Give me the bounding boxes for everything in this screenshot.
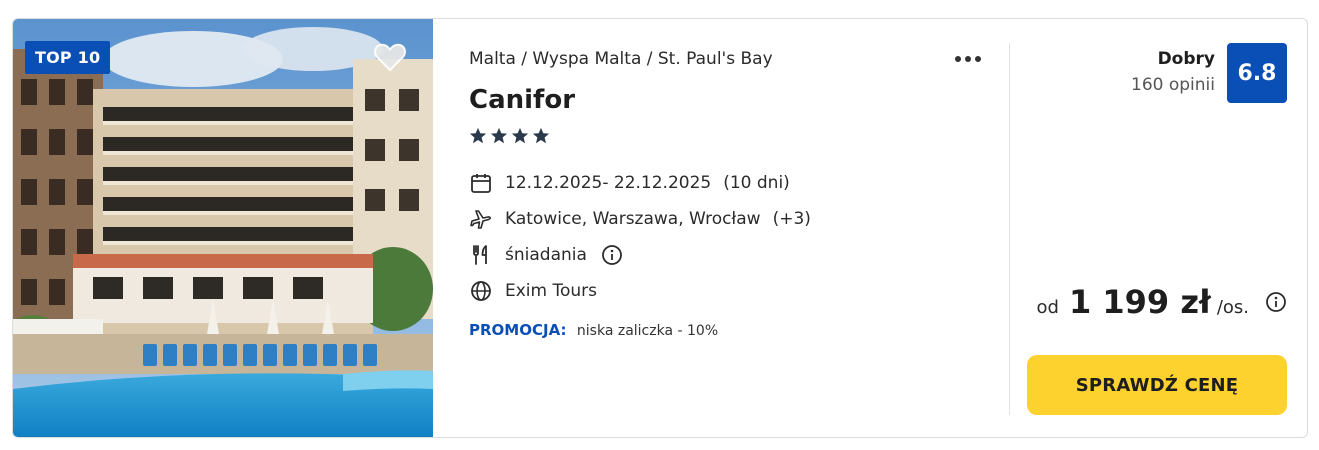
hotel-name[interactable]: Canifor (469, 85, 575, 115)
dates-value: 12.12.2025- 22.12.2025 (505, 173, 712, 193)
plane-icon (470, 210, 491, 229)
rating-score: 6.8 (1227, 43, 1287, 103)
hotel-photo-image (13, 19, 433, 437)
top-10-badge: TOP 10 (25, 41, 111, 74)
location-breadcrumb[interactable]: Malta / Wyspa Malta / St. Paul's Bay (469, 49, 773, 69)
hotel-stars (469, 127, 550, 145)
heart-icon (374, 43, 406, 72)
hotel-photo[interactable]: TOP 10 (13, 19, 433, 437)
price-prefix: od (1036, 297, 1059, 318)
promotion: PROMOCJA: niska zaliczka - 10% (469, 321, 718, 339)
info-icon[interactable] (1265, 291, 1287, 313)
operator-value: Exim Tours (505, 281, 598, 301)
operator-row: Exim Tours (469, 279, 597, 303)
price-value: 1 199 zł (1068, 283, 1211, 321)
duration-value: (10 dni) (723, 173, 790, 193)
globe-icon (471, 281, 491, 301)
departures-row: Katowice, Warszawa, Wrocław (+3) (469, 207, 811, 231)
offer-card[interactable]: TOP 10 Malta / Wyspa Malta / St. Paul's … (12, 18, 1308, 438)
star-icon (469, 127, 487, 144)
price: od 1 199 zł /os. (1037, 283, 1287, 321)
rating-label: Dobry (1157, 49, 1215, 69)
offer-details: Malta / Wyspa Malta / St. Paul's Bay Can… (469, 19, 1009, 437)
divider (1009, 43, 1010, 415)
board-value: śniadania (505, 245, 587, 265)
check-price-button[interactable]: SPRAWDŹ CENĘ (1027, 355, 1287, 415)
promo-label: PROMOCJA: (469, 321, 567, 339)
board-row: śniadania (469, 243, 623, 267)
price-suffix: /os. (1216, 297, 1249, 318)
star-icon (511, 127, 529, 144)
info-icon[interactable] (601, 244, 623, 266)
promo-text: niska zaliczka - 10% (576, 323, 719, 339)
calendar-icon (471, 174, 491, 193)
departures-value: Katowice, Warszawa, Wrocław (505, 209, 761, 229)
more-icon (955, 56, 981, 62)
more-options-button[interactable] (951, 47, 985, 71)
cutlery-icon (473, 245, 487, 265)
dates-row: 12.12.2025- 22.12.2025 (10 dni) (469, 171, 790, 195)
reviews-count[interactable]: 160 opinii (1131, 75, 1215, 95)
departures-more[interactable]: (+3) (773, 209, 811, 229)
star-icon (490, 127, 508, 144)
favorite-button[interactable] (373, 41, 407, 73)
star-icon (532, 127, 550, 144)
